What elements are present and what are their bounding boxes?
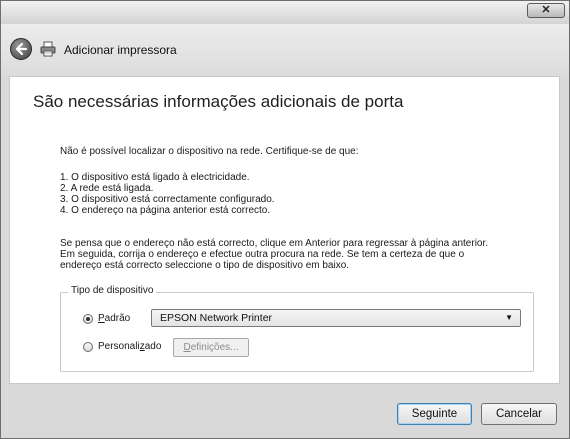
checklist-item: 3. O dispositivo está correctamente conf… — [60, 194, 275, 205]
close-button[interactable]: ✕ — [527, 3, 565, 18]
back-arrow-icon — [15, 42, 28, 56]
window-title: Adicionar impressora — [64, 43, 177, 57]
next-button[interactable]: Seguinte — [397, 403, 472, 425]
hint-text: endereço está correcto seleccione o tipo… — [60, 260, 350, 271]
printer-icon — [40, 41, 56, 57]
chevron-down-icon: ▼ — [505, 313, 513, 322]
checklist-item: 2. A rede está ligada. — [60, 183, 154, 194]
not-found-text: Não é possível localizar o dispositivo n… — [60, 146, 359, 157]
hint-text: Em seguida, corrija o endereço e efectue… — [60, 249, 465, 260]
device-type-groupbox — [60, 292, 534, 372]
navigation-bar: Adicionar impressora — [1, 24, 569, 76]
cancel-button[interactable]: Cancelar — [481, 403, 557, 425]
checklist-item: 1. O dispositivo está ligado à electrici… — [60, 172, 250, 183]
standard-radio-label[interactable]: Padrão — [98, 313, 130, 324]
standard-radio[interactable] — [83, 314, 93, 324]
title-bar: ✕ — [1, 1, 569, 24]
page-heading: São necessárias informações adicionais d… — [33, 92, 404, 111]
settings-button[interactable]: Definições... — [173, 338, 249, 357]
custom-radio[interactable] — [83, 342, 93, 352]
selected-device-value: EPSON Network Printer — [160, 312, 273, 324]
hint-text: Se pensa que o endereço não está correct… — [60, 238, 489, 249]
device-type-group-label: Tipo de dispositivo — [68, 285, 157, 296]
custom-radio-label[interactable]: Personalizado — [98, 341, 161, 352]
standard-device-select[interactable]: EPSON Network Printer ▼ — [151, 309, 521, 327]
checklist-item: 4. O endereço na página anterior está co… — [60, 205, 271, 216]
add-printer-window: ✕ Adicionar impressora São necessárias i… — [0, 0, 570, 439]
back-button[interactable] — [10, 38, 32, 60]
